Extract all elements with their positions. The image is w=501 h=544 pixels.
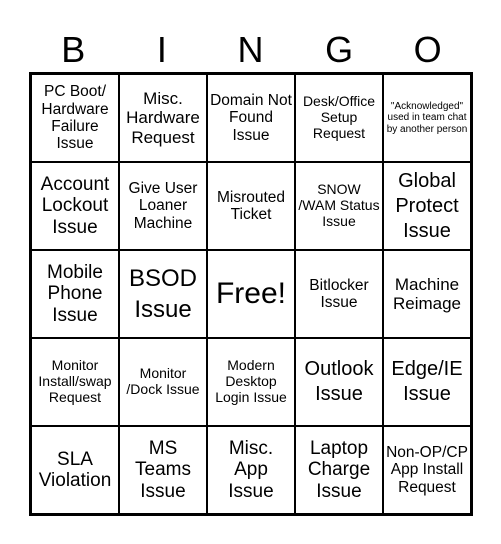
bingo-cell[interactable]: Misrouted Ticket	[207, 162, 295, 250]
bingo-cell[interactable]: Edge/IE Issue	[383, 338, 471, 426]
bingo-cell[interactable]: Bitlocker Issue	[295, 250, 383, 338]
bingo-cell[interactable]: BSOD Issue	[119, 250, 207, 338]
cell-label: Modern Desktop Login Issue	[215, 357, 287, 405]
bingo-cell[interactable]: Desk/Office Setup Request	[295, 74, 383, 162]
cell-label: BSOD Issue	[128, 264, 197, 323]
bingo-cell[interactable]: PC Boot/ Hardware Failure Issue	[31, 74, 119, 162]
bingo-cell[interactable]: Outlook Issue	[295, 338, 383, 426]
cell-label: Misc. Hardware Request	[126, 89, 200, 147]
cell-label: Non-OP/CP App Install Request	[386, 443, 468, 496]
header-letter-g: G	[325, 29, 354, 70]
cell-label: Misc. App Issue	[228, 438, 274, 502]
header-letter-i: I	[156, 29, 167, 70]
cell-label: Laptop Charge Issue	[307, 438, 371, 502]
cell-label: Domain Not Found Issue	[210, 91, 292, 144]
bingo-cell[interactable]: SNOW /WAM Status Issue	[295, 162, 383, 250]
header-letter-o: O	[413, 29, 442, 70]
bingo-cell[interactable]: Domain Not Found Issue	[207, 74, 295, 162]
cell-label: SLA Violation	[38, 448, 112, 491]
header-letter-n: N	[237, 29, 264, 70]
bingo-cell[interactable]: Monitor Install/swap Request	[31, 338, 119, 426]
bingo-cell[interactable]: Account Lockout Issue	[31, 162, 119, 250]
bingo-cell[interactable]: Modern Desktop Login Issue	[207, 338, 295, 426]
cell-label: PC Boot/ Hardware Failure Issue	[41, 83, 109, 153]
cell-label: Misrouted Ticket	[216, 188, 286, 223]
free-space-cell[interactable]: Free!	[207, 250, 295, 338]
cell-label: Outlook Issue	[304, 358, 374, 405]
cell-label: Mobile Phone Issue	[47, 262, 103, 326]
cell-label: Edge/IE Issue	[391, 358, 463, 405]
cell-label: Machine Reimage	[392, 274, 462, 313]
cell-label: Monitor /Dock Issue	[126, 365, 200, 397]
cell-label: MS Teams Issue	[135, 438, 191, 502]
bingo-cell[interactable]: SLA Violation	[31, 426, 119, 514]
cell-label: Bitlocker Issue	[309, 276, 369, 311]
bingo-cell[interactable]: "Acknowledged" used in team chat by anot…	[383, 74, 471, 162]
bingo-cell[interactable]: Global Protect Issue	[383, 162, 471, 250]
cell-label: Monitor Install/swap Request	[38, 357, 112, 405]
header-letter-b: B	[61, 29, 86, 70]
bingo-cell[interactable]: Machine Reimage	[383, 250, 471, 338]
cell-label: SNOW /WAM Status Issue	[298, 181, 380, 229]
cell-label: Give User Loaner Machine	[128, 179, 198, 232]
bingo-cell[interactable]: Laptop Charge Issue	[295, 426, 383, 514]
bingo-board: PC Boot/ Hardware Failure Issue Misc. Ha…	[29, 72, 473, 516]
bingo-header: B I N G O	[29, 28, 472, 72]
bingo-cell[interactable]: Misc. Hardware Request	[119, 74, 207, 162]
bingo-cell[interactable]: Non-OP/CP App Install Request	[383, 426, 471, 514]
bingo-cell[interactable]: Mobile Phone Issue	[31, 250, 119, 338]
bingo-cell[interactable]: Misc. App Issue	[207, 426, 295, 514]
cell-label: Global Protect Issue	[395, 169, 459, 242]
free-space-label: Free!	[215, 277, 287, 311]
bingo-cell[interactable]: Give User Loaner Machine	[119, 162, 207, 250]
bingo-cell[interactable]: Monitor /Dock Issue	[119, 338, 207, 426]
cell-label: Account Lockout Issue	[40, 174, 110, 238]
bingo-cell[interactable]: MS Teams Issue	[119, 426, 207, 514]
cell-label: "Acknowledged" used in team chat by anot…	[386, 101, 468, 135]
cell-label: Desk/Office Setup Request	[302, 93, 376, 141]
